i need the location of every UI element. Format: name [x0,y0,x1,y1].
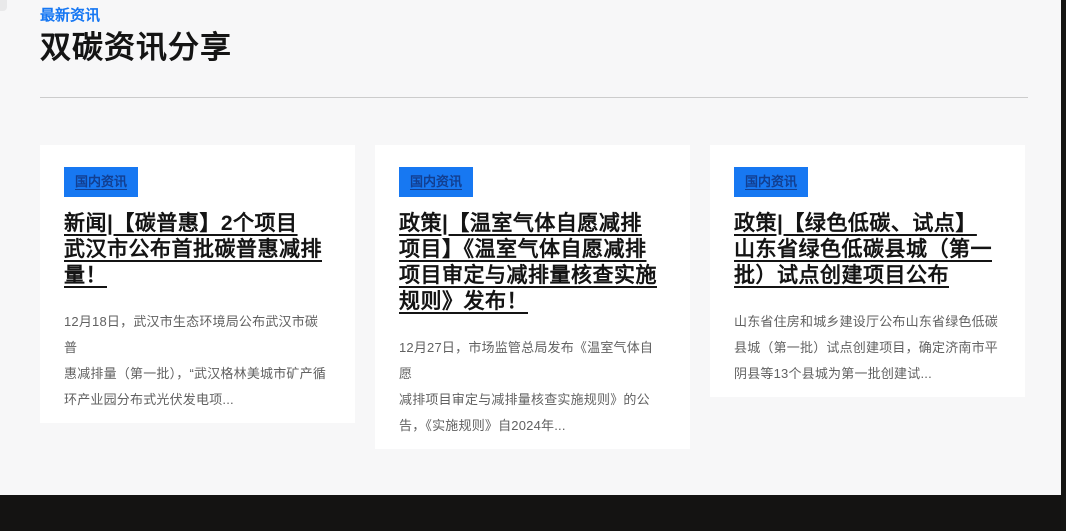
window-right-edge [1061,0,1066,531]
category-tag-link[interactable]: 国内资讯 [734,167,808,197]
news-card-row: 国内资讯 新闻|【碳普惠】2个项目 武汉市公布首批碳普惠减排 量！ 12月18日… [40,145,1030,449]
news-card: 国内资讯 政策|【绿色低碳、试点】 山东省绿色低碳县城（第一 批）试点创建项目公… [710,145,1025,397]
section-header: 最新资讯 双碳资讯分享 [40,7,1030,67]
article-title-link[interactable]: 政策|【温室气体自愿减排 项目】《温室气体自愿减排 项目审定与减排量核查实施 规… [399,211,666,315]
article-title-link[interactable]: 政策|【绿色低碳、试点】 山东省绿色低碳县城（第一 批）试点创建项目公布 [734,211,1001,289]
category-tag-link[interactable]: 国内资讯 [64,167,138,197]
article-excerpt: 12月27日，市场监管总局发布《温室气体自愿 减排项目审定与减排量核查实施规则》… [399,335,666,439]
news-card: 国内资讯 政策|【温室气体自愿减排 项目】《温室气体自愿减排 项目审定与减排量核… [375,145,690,449]
footer-bar [0,495,1066,531]
article-title-link[interactable]: 新闻|【碳普惠】2个项目 武汉市公布首批碳普惠减排 量！ [64,211,331,289]
category-tag-link[interactable]: 国内资讯 [399,167,473,197]
page-title: 双碳资讯分享 [40,28,1030,67]
article-excerpt: 山东省住房和城乡建设厅公布山东省绿色低碳 县城（第一批）试点创建项目，确定济南市… [734,309,1001,387]
article-excerpt: 12月18日，武汉市生态环境局公布武汉市碳普 惠减排量（第一批），“武汉格林美城… [64,309,331,413]
header-divider [40,97,1028,98]
browser-corner-artifact [0,0,7,11]
section-eyebrow: 最新资讯 [40,7,1030,24]
news-card: 国内资讯 新闻|【碳普惠】2个项目 武汉市公布首批碳普惠减排 量！ 12月18日… [40,145,355,423]
news-section: 最新资讯 双碳资讯分享 国内资讯 新闻|【碳普惠】2个项目 武汉市公布首批碳普惠… [40,0,1030,449]
